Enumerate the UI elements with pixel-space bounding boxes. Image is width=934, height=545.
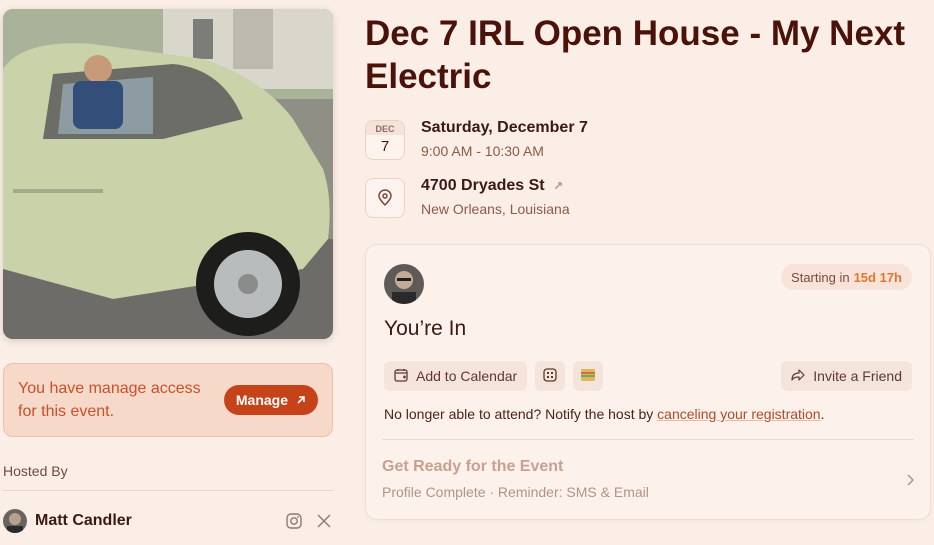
external-arrow-icon (296, 392, 306, 408)
countdown-value: 15d 17h (853, 269, 902, 285)
map-pin-icon (365, 177, 405, 218)
share-arrow-icon (791, 368, 805, 385)
cancel-prefix: No longer able to attend? Notify the hos… (384, 406, 658, 422)
calendar-plus-icon (394, 368, 408, 385)
manage-access-banner: You have manage access for this event. M… (3, 363, 333, 437)
add-to-calendar-button[interactable]: Add to Calendar (384, 361, 528, 391)
event-full-date: Saturday, December 7 (421, 119, 588, 136)
host-row: Matt Candler (3, 508, 333, 534)
invite-friend-label: Invite a Friend (813, 368, 902, 384)
invite-friend-button[interactable]: Invite a Friend (781, 361, 912, 391)
calendar-month: DEC (366, 120, 404, 135)
chevron-right-icon (906, 473, 915, 491)
calendar-day: 7 (380, 137, 390, 155)
get-ready-subtitle: Profile Complete · Reminder: SMS & Email (382, 484, 649, 500)
attendee-avatar (384, 264, 424, 304)
manage-button-label: Manage (235, 392, 288, 408)
divider (3, 490, 333, 491)
x-logo-icon[interactable] (315, 512, 333, 530)
wallet-icon (581, 368, 596, 384)
instagram-icon[interactable] (285, 512, 303, 530)
add-to-calendar-label: Add to Calendar (416, 368, 518, 384)
qr-code-icon (543, 367, 557, 385)
registration-status: You’re In (384, 317, 467, 340)
host-name[interactable]: Matt Candler (35, 512, 273, 530)
divider (382, 439, 914, 440)
event-cover-image (3, 9, 333, 339)
cancel-registration-text: No longer able to attend? Notify the hos… (384, 406, 824, 422)
manage-button[interactable]: Manage (223, 385, 318, 415)
cancel-suffix: . (820, 406, 825, 422)
calendar-date-icon: DEC 7 (365, 119, 405, 160)
action-row: Add to Calendar Invite a Friend (384, 361, 912, 391)
hosted-by-label: Hosted By (3, 463, 68, 479)
event-countdown-badge: Starting in 15d 17h (781, 264, 912, 290)
event-date-row: DEC 7 Saturday, December 7 9:00 AM - 10:… (365, 118, 588, 161)
external-arrow-icon: ↗ (553, 179, 564, 193)
event-time-range: 9:00 AM - 10:30 AM (421, 143, 544, 159)
add-to-wallet-button[interactable] (573, 361, 604, 391)
countdown-label: Starting in (791, 269, 850, 285)
location-city: New Orleans, Louisiana (421, 201, 570, 217)
manage-access-text: You have manage access for this event. (18, 380, 201, 420)
get-ready-title: Get Ready for the Event (382, 458, 564, 475)
registration-card: Starting in 15d 17h You’re In Add to Cal… (365, 244, 931, 520)
qr-code-button[interactable] (535, 361, 566, 391)
location-address[interactable]: 4700 Dryades St (421, 177, 545, 194)
get-ready-section[interactable]: Get Ready for the Event Profile Complete… (382, 458, 915, 508)
event-location-row[interactable]: 4700 Dryades St ↗ New Orleans, Louisiana (365, 176, 570, 219)
event-title: Dec 7 IRL Open House - My Next Electric (365, 14, 906, 96)
cancel-registration-link[interactable]: canceling your registration (657, 406, 820, 422)
host-avatar[interactable] (3, 509, 27, 533)
